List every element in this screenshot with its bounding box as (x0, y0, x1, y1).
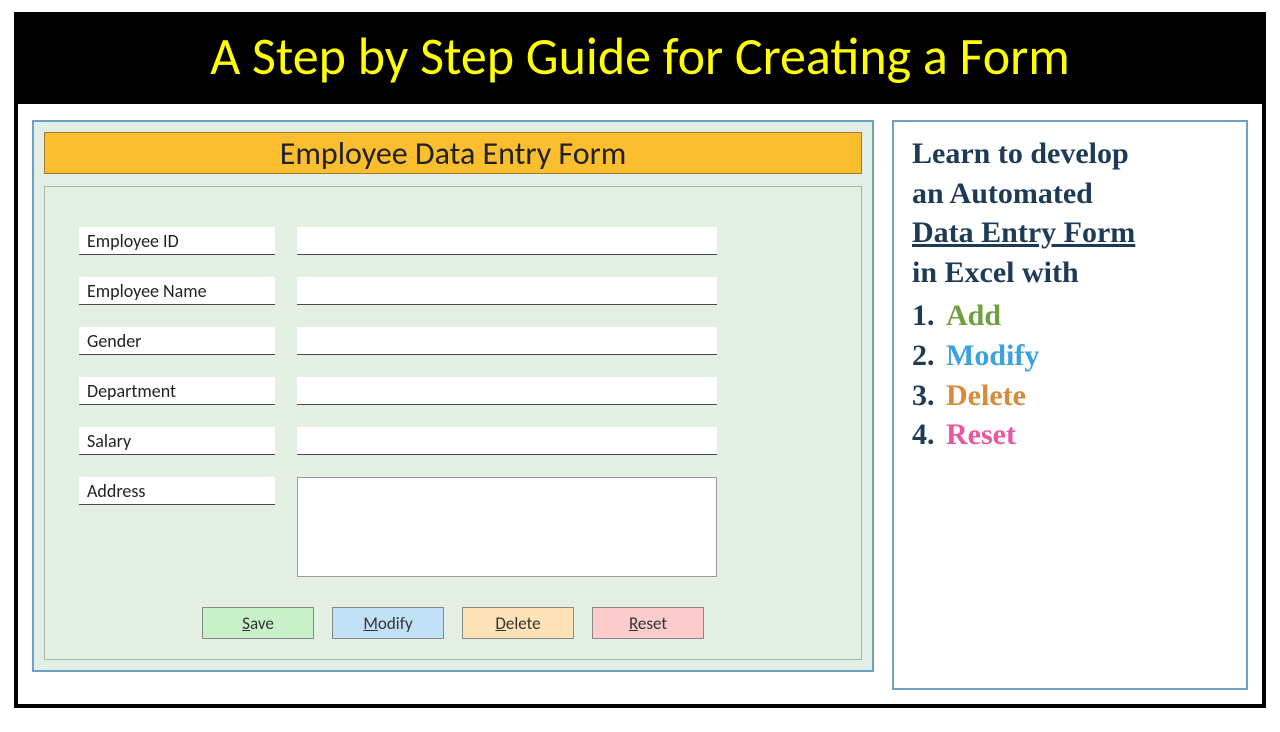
info-item-add: 1.Add (912, 296, 1230, 336)
modify-button[interactable]: Modify (332, 607, 444, 639)
input-gender[interactable] (297, 327, 717, 355)
info-line-1: Learn to develop (912, 134, 1230, 174)
reset-button[interactable]: Reset (592, 607, 704, 639)
button-row: Save Modify Delete Reset (79, 599, 827, 641)
info-item-reset: 4.Reset (912, 415, 1230, 455)
label-address: Address (79, 477, 275, 505)
info-panel: Learn to develop an Automated Data Entry… (892, 120, 1248, 690)
info-feature-list: 1.Add 2.Modify 3.Delete 4.Reset (912, 296, 1230, 454)
input-employee-name[interactable] (297, 277, 717, 305)
field-row-department: Department (79, 377, 827, 405)
input-salary[interactable] (297, 427, 717, 455)
form-body: Employee ID Employee Name Gender Departm… (44, 186, 862, 660)
delete-button[interactable]: Delete (462, 607, 574, 639)
label-employee-name: Employee Name (79, 277, 275, 305)
page-title: A Step by Step Guide for Creating a Form (18, 16, 1262, 104)
field-row-gender: Gender (79, 327, 827, 355)
info-item-delete: 3.Delete (912, 376, 1230, 416)
info-line-3: Data Entry Form (912, 213, 1230, 253)
input-address[interactable] (297, 477, 717, 577)
save-button[interactable]: Save (202, 607, 314, 639)
info-item-modify: 2.Modify (912, 336, 1230, 376)
field-row-salary: Salary (79, 427, 827, 455)
label-gender: Gender (79, 327, 275, 355)
label-salary: Salary (79, 427, 275, 455)
info-line-2: an Automated (912, 174, 1230, 214)
field-row-employee-name: Employee Name (79, 277, 827, 305)
label-employee-id: Employee ID (79, 227, 275, 255)
field-row-employee-id: Employee ID (79, 227, 827, 255)
info-line-4: in Excel with (912, 253, 1230, 293)
content-area: Employee Data Entry Form Employee ID Emp… (18, 104, 1262, 704)
label-department: Department (79, 377, 275, 405)
form-header: Employee Data Entry Form (44, 132, 862, 174)
form-panel: Employee Data Entry Form Employee ID Emp… (32, 120, 874, 672)
input-department[interactable] (297, 377, 717, 405)
field-row-address: Address (79, 477, 827, 577)
page-container: A Step by Step Guide for Creating a Form… (14, 12, 1266, 708)
input-employee-id[interactable] (297, 227, 717, 255)
